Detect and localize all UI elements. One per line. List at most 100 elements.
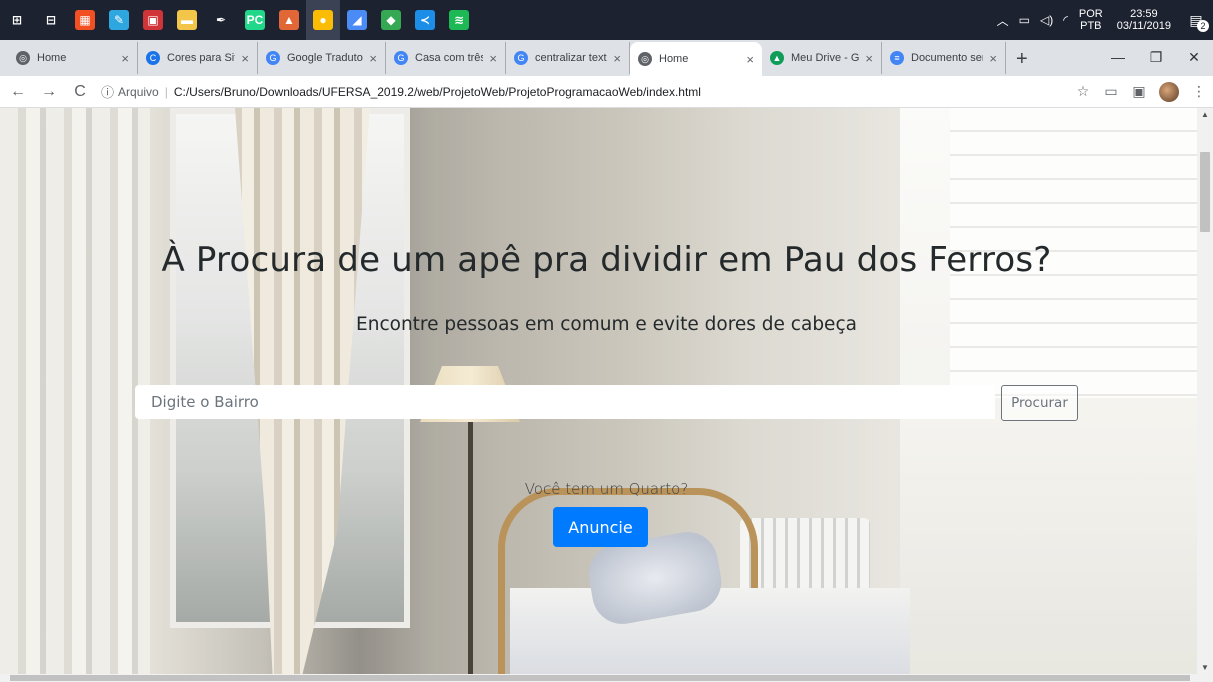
taskbar-app-pycharm[interactable]: PC (238, 0, 272, 40)
tab-close-icon[interactable]: × (241, 51, 249, 66)
taskbar-app-chrome[interactable]: ● (306, 0, 340, 40)
address-scheme-label: Arquivo (118, 84, 159, 99)
app-colorful-icon: ▦ (75, 10, 95, 30)
tab-close-icon[interactable]: × (369, 51, 377, 66)
tab-favicon-icon: ◎ (16, 51, 30, 65)
tab-close-icon[interactable]: × (746, 52, 754, 67)
tab-title: centralizar texto (535, 52, 608, 64)
horizontal-scrollbar[interactable] (0, 674, 1213, 682)
taskbar-app-green-app[interactable]: ◆ (374, 0, 408, 40)
tab-title: Home (659, 53, 689, 65)
browser-tab[interactable]: G Casa com três × (386, 42, 506, 74)
green-app-icon: ◆ (381, 10, 401, 30)
tab-title: Meu Drive - Google (791, 52, 860, 64)
info-icon[interactable]: ⓘ (101, 82, 114, 101)
restore-button[interactable]: ❐ (1137, 40, 1175, 74)
tab-favicon-icon: G (394, 51, 408, 65)
advertise-button[interactable]: Anuncie (553, 507, 648, 547)
tab-title: Documento sem (911, 52, 984, 64)
taskbar-app-vscode[interactable]: ≺ (408, 0, 442, 40)
bookmark-star-icon[interactable]: ☆ (1069, 78, 1097, 106)
minimize-button[interactable]: — (1099, 40, 1137, 74)
browser-tab-active[interactable]: ◎ Home × (630, 42, 762, 76)
vertical-scrollbar[interactable]: ▲ ▼ (1197, 108, 1213, 674)
taskbar-app-spotify[interactable]: ≋ (442, 0, 476, 40)
extension-icon[interactable]: ▣ (1125, 78, 1153, 106)
notes-app-icon: ◢ (347, 10, 367, 30)
hero-title: À Procura de um apê pra dividir em Pau d… (161, 240, 1052, 280)
taskbar-app-photo-app[interactable]: ▣ (136, 0, 170, 40)
tabs-container: ◎ Home × C Cores para Site × G Google Tradutor ×… (8, 42, 1006, 76)
vertical-scroll-thumb[interactable] (1200, 152, 1210, 232)
new-tab-button[interactable]: + (1006, 42, 1038, 76)
task-view-icon: ⊟ (41, 10, 61, 30)
tab-favicon-icon: ▲ (770, 51, 784, 65)
taskbar-app-app-colorful[interactable]: ▦ (68, 0, 102, 40)
keyboard-layout: PTB (1080, 20, 1102, 32)
profile-avatar[interactable] (1159, 81, 1179, 102)
reload-button[interactable]: C (67, 79, 93, 105)
tab-close-icon[interactable]: × (121, 51, 129, 66)
close-window-button[interactable]: ✕ (1175, 40, 1213, 74)
notification-count: 2 (1197, 20, 1209, 32)
taskbar-app-pen-app[interactable]: ✒ (204, 0, 238, 40)
language-indicator[interactable]: POR PTB (1079, 8, 1103, 32)
taskbar-app-task-view[interactable]: ⊟ (34, 0, 68, 40)
clock-date: 03/11/2019 (1116, 20, 1171, 32)
tab-close-icon[interactable]: × (613, 51, 621, 66)
browser-tab[interactable]: C Cores para Site × (138, 42, 258, 74)
vscode-icon: ≺ (415, 10, 435, 30)
browser-tab[interactable]: ◎ Home × (8, 42, 138, 74)
browser-tab[interactable]: ≡ Documento sem × (882, 42, 1006, 74)
taskbar-app-windows-start[interactable]: ⊞ (0, 0, 34, 40)
editor-icon: ✎ (109, 10, 129, 30)
notification-center-button[interactable]: ▤ 2 (1179, 0, 1213, 40)
browser-tab[interactable]: G Google Tradutor × (258, 42, 386, 74)
menu-kebab-icon[interactable]: ⋮ (1185, 78, 1213, 106)
taskbar-app-notes-app[interactable]: ◢ (340, 0, 374, 40)
address-url: C:/Users/Bruno/Downloads/UFERSA_2019.2/w… (173, 84, 701, 99)
windows-taskbar: ⊞ ⊟ ▦ ✎ ▣ ▬ ✒ PC ▲ ● ◢ ◆ ≺ ≋ ︿ ▭ ◁) ◜ POR PTB 23:59 0… (0, 0, 1213, 40)
volume-icon[interactable]: ◁) (1040, 13, 1053, 27)
hero-subtitle: Encontre pessoas em comum e evite dores … (356, 314, 857, 335)
browser-tab[interactable]: ▲ Meu Drive - Google × (762, 42, 882, 74)
network-icon[interactable]: ▭ (1019, 13, 1030, 27)
hero-content: À Procura de um apê pra dividir em Pau d… (0, 108, 1197, 674)
spotify-icon: ≋ (449, 10, 469, 30)
tab-title: Google Tradutor (287, 52, 364, 64)
toolbar-actions: ☆ ▭ ▣ ⋮ (1069, 78, 1213, 106)
cast-icon[interactable]: ▭ (1097, 78, 1125, 106)
forward-button[interactable]: → (36, 79, 62, 105)
tab-close-icon[interactable]: × (489, 51, 497, 66)
tab-title: Home (37, 52, 67, 64)
tab-close-icon[interactable]: × (989, 51, 997, 66)
tab-favicon-icon: ◎ (638, 52, 652, 66)
windows-start-icon: ⊞ (7, 10, 27, 30)
taskbar-app-matlab[interactable]: ▲ (272, 0, 306, 40)
language-code: POR (1078, 8, 1103, 20)
page-viewport: À Procura de um apê pra dividir em Pau d… (0, 108, 1213, 682)
taskbar-app-file-explorer[interactable]: ▬ (170, 0, 204, 40)
photo-app-icon: ▣ (143, 10, 163, 30)
chevron-up-icon[interactable]: ︿ (997, 12, 1009, 29)
tab-close-icon[interactable]: × (865, 51, 873, 66)
scroll-down-arrow-icon[interactable]: ▼ (1197, 663, 1213, 672)
window-controls: — ❐ ✕ (1099, 40, 1213, 74)
wifi-icon[interactable]: ◜ (1063, 13, 1068, 27)
back-button[interactable]: ← (5, 79, 31, 105)
neighborhood-search-input[interactable] (135, 385, 995, 419)
address-separator: | (164, 84, 168, 99)
pen-app-icon: ✒ (211, 10, 231, 30)
horizontal-scroll-thumb[interactable] (10, 675, 1190, 681)
matlab-icon: ▲ (279, 10, 299, 30)
scroll-up-arrow-icon[interactable]: ▲ (1197, 110, 1213, 119)
tab-favicon-icon: G (266, 51, 280, 65)
taskbar-app-editor[interactable]: ✎ (102, 0, 136, 40)
clock-time: 23:59 (1130, 8, 1158, 20)
browser-tab[interactable]: Gcentralizar texto × (506, 42, 630, 74)
file-explorer-icon: ▬ (177, 10, 197, 30)
pycharm-icon: PC (245, 10, 265, 30)
search-button[interactable]: Procurar (1001, 385, 1078, 421)
address-bar[interactable]: ⓘ Arquivo | C:/Users/Bruno/Downloads/UFE… (101, 77, 1061, 106)
clock[interactable]: 23:59 03/11/2019 (1117, 8, 1171, 32)
